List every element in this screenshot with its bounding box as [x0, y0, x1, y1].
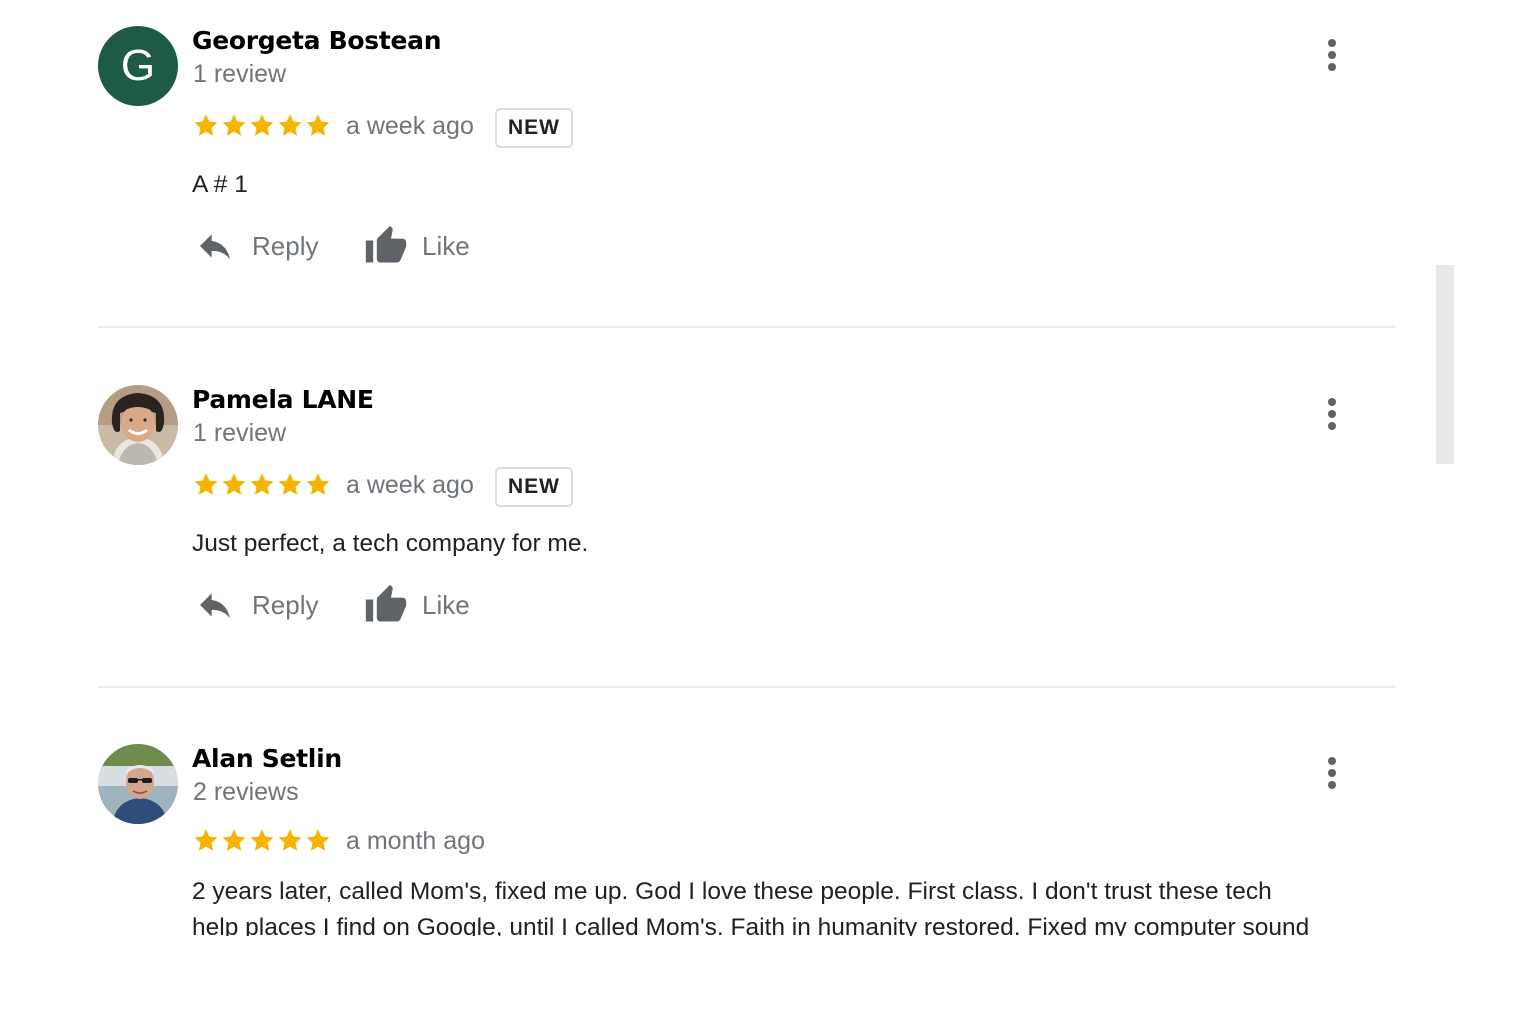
review-text-line: 2 years later, called Mom's, fixed me up…	[192, 878, 1272, 905]
reviewer-name[interactable]: Pamela LANE	[192, 385, 374, 414]
star-icon	[250, 829, 274, 851]
star-icon	[306, 473, 330, 495]
reviewer-name[interactable]: Georgeta Bostean	[192, 26, 442, 55]
star-icon	[278, 829, 302, 851]
thumbs-up-icon	[362, 583, 410, 627]
new-badge: NEW	[495, 467, 573, 507]
like-button[interactable]: Like	[362, 224, 470, 268]
avatar[interactable]	[98, 385, 178, 465]
star-icon	[194, 473, 218, 495]
review-time: a month ago	[346, 827, 485, 855]
star-icon	[222, 114, 246, 136]
like-label: Like	[422, 589, 470, 620]
more-options-button[interactable]	[1312, 35, 1352, 75]
reply-label: Reply	[252, 589, 319, 620]
star-rating	[192, 112, 332, 140]
star-icon	[250, 473, 274, 495]
like-label: Like	[422, 230, 470, 261]
more-vert-icon	[1312, 753, 1352, 793]
star-icon	[194, 829, 218, 851]
more-vert-icon	[1312, 35, 1352, 75]
reply-icon	[194, 226, 236, 266]
review-text-line: help places I find on Google, until I ca…	[192, 914, 1310, 936]
avatar[interactable]: G	[98, 26, 178, 106]
star-icon	[222, 473, 246, 495]
reply-button[interactable]: Reply	[194, 585, 318, 625]
star-icon	[278, 114, 302, 136]
star-rating	[192, 471, 332, 499]
review-time: a week ago	[346, 471, 474, 499]
review-time: a week ago	[346, 112, 474, 140]
thumbs-up-icon	[362, 224, 410, 268]
review-text: Just perfect, a tech company for me.	[192, 530, 589, 557]
review-text: A # 1	[192, 171, 248, 198]
reply-label: Reply	[252, 230, 319, 261]
review-count: 2 reviews	[193, 778, 299, 806]
star-rating	[192, 827, 332, 855]
star-icon	[306, 114, 330, 136]
star-icon	[194, 114, 218, 136]
reply-icon	[194, 585, 236, 625]
star-icon	[306, 829, 330, 851]
divider	[98, 326, 1396, 328]
new-badge: NEW	[495, 108, 573, 148]
more-options-button[interactable]	[1312, 753, 1352, 793]
like-button[interactable]: Like	[362, 583, 470, 627]
more-options-button[interactable]	[1312, 394, 1352, 434]
review-count: 1 review	[193, 60, 287, 88]
scrollbar-thumb[interactable]	[1436, 265, 1454, 464]
review-text: 2 years later, called Mom's, fixed me up…	[192, 874, 1392, 936]
star-icon	[222, 829, 246, 851]
more-vert-icon	[1312, 394, 1352, 434]
review-count: 1 review	[193, 419, 287, 447]
star-icon	[250, 114, 274, 136]
reply-button[interactable]: Reply	[194, 226, 318, 266]
divider	[98, 686, 1396, 688]
reviewer-name[interactable]: Alan Setlin	[192, 744, 342, 773]
star-icon	[278, 473, 302, 495]
avatar[interactable]	[98, 744, 178, 824]
